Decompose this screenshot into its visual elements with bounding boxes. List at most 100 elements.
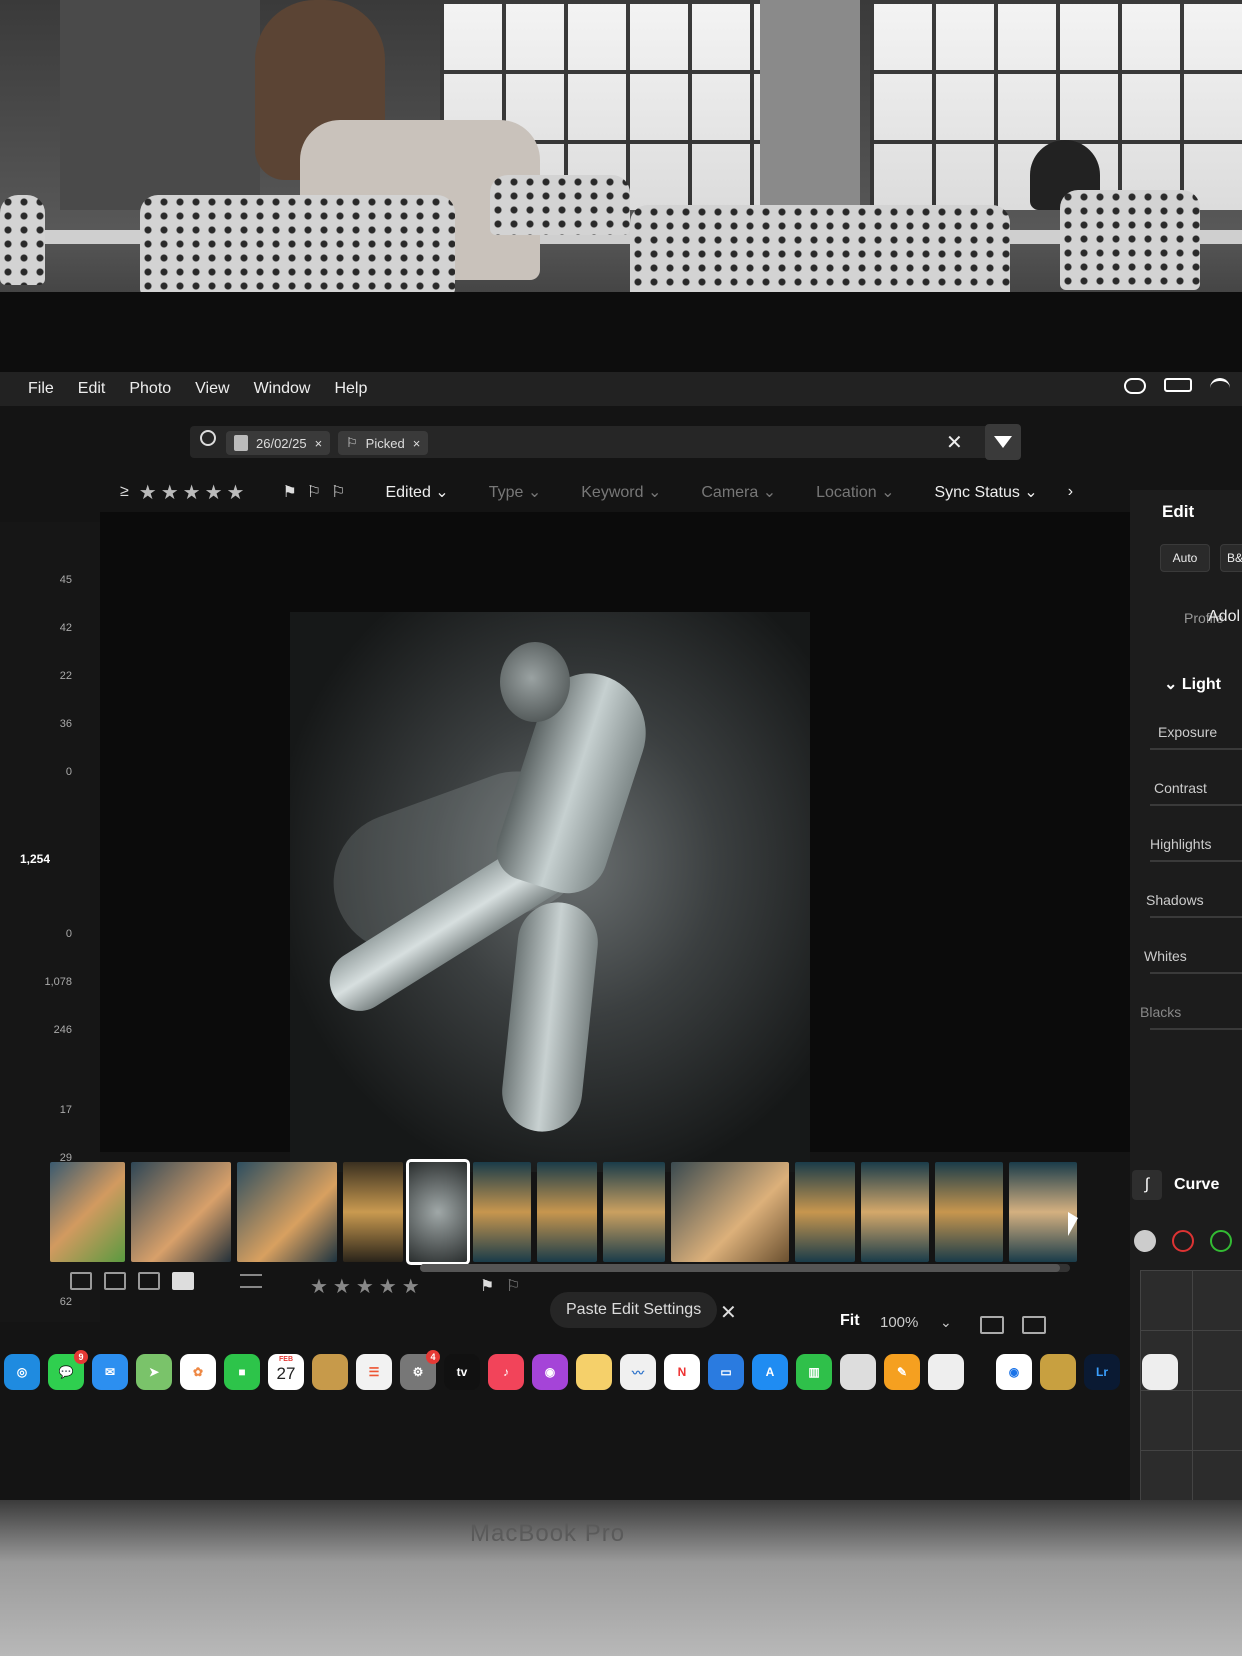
picked-chip-remove-icon[interactable]: × — [413, 436, 421, 451]
maps-icon[interactable]: ➤ — [136, 1354, 172, 1390]
bw-button[interactable]: B& — [1220, 544, 1242, 572]
exposure-slider[interactable] — [1150, 748, 1242, 750]
filmstrip-thumb-selected[interactable] — [406, 1159, 470, 1265]
date-chip[interactable]: 26/02/25 × — [226, 431, 331, 455]
league-icon[interactable] — [1040, 1354, 1076, 1390]
type-label: Type — [488, 484, 524, 501]
sort-icon[interactable] — [240, 1274, 262, 1288]
contrast-label: Contrast — [1154, 780, 1207, 796]
main-photo[interactable] — [290, 612, 810, 1172]
pages-icon[interactable]: ✎ — [884, 1354, 920, 1390]
menu-view[interactable]: View — [195, 380, 229, 398]
info-value: 45 — [59, 574, 72, 586]
battery-icon[interactable] — [1164, 378, 1192, 392]
creative-cloud-icon[interactable] — [1124, 378, 1146, 394]
podcasts-icon[interactable]: ◉ — [532, 1354, 568, 1390]
info-value: 17 — [59, 1104, 72, 1116]
preview-icon[interactable] — [840, 1354, 876, 1390]
contrast-slider[interactable] — [1150, 804, 1242, 806]
contacts-icon[interactable] — [312, 1354, 348, 1390]
reminders-icon[interactable]: ☰ — [356, 1354, 392, 1390]
shadows-slider[interactable] — [1150, 916, 1242, 918]
calendar-day: 27 — [276, 1364, 296, 1383]
filmstrip-thumb[interactable] — [861, 1162, 929, 1262]
rejected-flag-icon[interactable]: ⚐ — [331, 482, 345, 502]
menubar-status — [1124, 378, 1230, 394]
rating-stars[interactable]: ★★★★★ — [139, 480, 249, 505]
filmstrip-thumb[interactable] — [131, 1162, 231, 1262]
camera-dropdown[interactable]: Camera ⌄ — [701, 482, 776, 502]
messages-icon[interactable]: 💬 9 — [48, 1350, 88, 1390]
sync-status-dropdown[interactable]: Sync Status ⌄ — [934, 482, 1037, 502]
auto-button[interactable]: Auto — [1160, 544, 1210, 572]
apple-tv-icon[interactable]: tv — [444, 1354, 480, 1390]
filmstrip-thumb[interactable] — [537, 1162, 597, 1262]
filmstrip-thumb[interactable] — [343, 1162, 403, 1262]
menu-help[interactable]: Help — [334, 380, 367, 398]
more-filters-icon[interactable]: › — [1068, 483, 1073, 501]
chrome-icon[interactable]: ◉ — [996, 1354, 1032, 1390]
mail-icon[interactable]: ✉ — [92, 1354, 128, 1390]
curve-red-channel[interactable] — [1172, 1230, 1194, 1252]
lightroom-icon[interactable]: Lr — [1084, 1354, 1120, 1390]
keyword-dropdown[interactable]: Keyword ⌄ — [581, 482, 661, 502]
filmstrip-thumb[interactable] — [50, 1162, 125, 1262]
search-icon[interactable] — [200, 430, 216, 446]
flag-icon: ⚐ — [346, 435, 358, 450]
curve-icon[interactable]: ∫ — [1132, 1170, 1162, 1200]
profile-value[interactable]: Adol — [1208, 608, 1240, 626]
bottom-rating-stars[interactable]: ★★★★★ — [310, 1274, 425, 1299]
bottom-pick-flag-icon[interactable]: ⚑ — [480, 1276, 494, 1296]
notes-icon[interactable] — [576, 1354, 612, 1390]
square-grid-icon[interactable] — [70, 1272, 92, 1290]
filmstrip-thumb[interactable] — [473, 1162, 531, 1262]
news-icon[interactable]: N — [664, 1354, 700, 1390]
photo-figure-leg — [498, 898, 602, 1136]
type-dropdown[interactable]: Type ⌄ — [489, 482, 542, 502]
iphone-mirroring-icon[interactable] — [928, 1354, 964, 1390]
filmstrip-thumb[interactable] — [237, 1162, 337, 1262]
safari-icon[interactable]: ◎ — [4, 1354, 40, 1390]
photos-icon[interactable]: ✿ — [180, 1354, 216, 1390]
curve-section-header[interactable]: Curve — [1174, 1176, 1219, 1194]
menu-file[interactable]: File — [28, 380, 54, 398]
filmstrip-thumb[interactable] — [795, 1162, 855, 1262]
filmstrip-thumb[interactable] — [1009, 1162, 1077, 1262]
clear-filters-icon[interactable]: ✕ — [946, 430, 963, 455]
picked-chip[interactable]: ⚐ Picked × — [338, 431, 429, 455]
photo-grid-icon[interactable] — [104, 1272, 126, 1290]
curve-rgb-channel[interactable] — [1134, 1230, 1156, 1252]
blacks-slider[interactable] — [1150, 1028, 1242, 1030]
edited-dropdown[interactable]: Edited ⌄ — [385, 482, 448, 502]
date-chip-remove-icon[interactable]: × — [315, 436, 323, 451]
menu-window[interactable]: Window — [254, 380, 311, 398]
light-section-header[interactable]: ⌄ Light — [1164, 674, 1221, 694]
preview-window-icon[interactable] — [1142, 1354, 1178, 1390]
keynote-icon[interactable]: ▭ — [708, 1354, 744, 1390]
highlights-slider[interactable] — [1150, 860, 1242, 862]
rating-comparator[interactable]: ≥ — [120, 483, 129, 501]
filmstrip-thumb[interactable] — [671, 1162, 789, 1262]
filmstrip-thumb[interactable] — [603, 1162, 665, 1262]
app-store-icon[interactable]: A — [752, 1354, 788, 1390]
menu-edit[interactable]: Edit — [78, 380, 106, 398]
info-value: 1,078 — [44, 976, 72, 988]
calendar-icon[interactable]: FEB 27 — [268, 1354, 304, 1390]
system-settings-icon[interactable]: ⚙ 4 — [400, 1350, 440, 1390]
facetime-icon[interactable]: ■ — [224, 1354, 260, 1390]
whites-slider[interactable] — [1150, 972, 1242, 974]
filmstrip-thumb[interactable] — [935, 1162, 1003, 1262]
detail-view-icon[interactable] — [172, 1272, 194, 1290]
wifi-icon[interactable] — [1210, 378, 1230, 392]
bottom-reject-flag-icon[interactable]: ⚐ — [506, 1276, 520, 1296]
music-icon[interactable]: ♪ — [488, 1354, 524, 1390]
picked-flag-icon[interactable]: ⚑ — [282, 482, 296, 502]
curve-green-channel[interactable] — [1210, 1230, 1232, 1252]
numbers-icon[interactable]: ▥ — [796, 1354, 832, 1390]
filter-button[interactable] — [985, 424, 1021, 460]
location-dropdown[interactable]: Location ⌄ — [816, 482, 894, 502]
compare-view-icon[interactable] — [138, 1272, 160, 1290]
unflagged-icon[interactable]: ⚐ — [307, 482, 321, 502]
menu-photo[interactable]: Photo — [129, 380, 171, 398]
freeform-icon[interactable]: 〰 — [620, 1354, 656, 1390]
